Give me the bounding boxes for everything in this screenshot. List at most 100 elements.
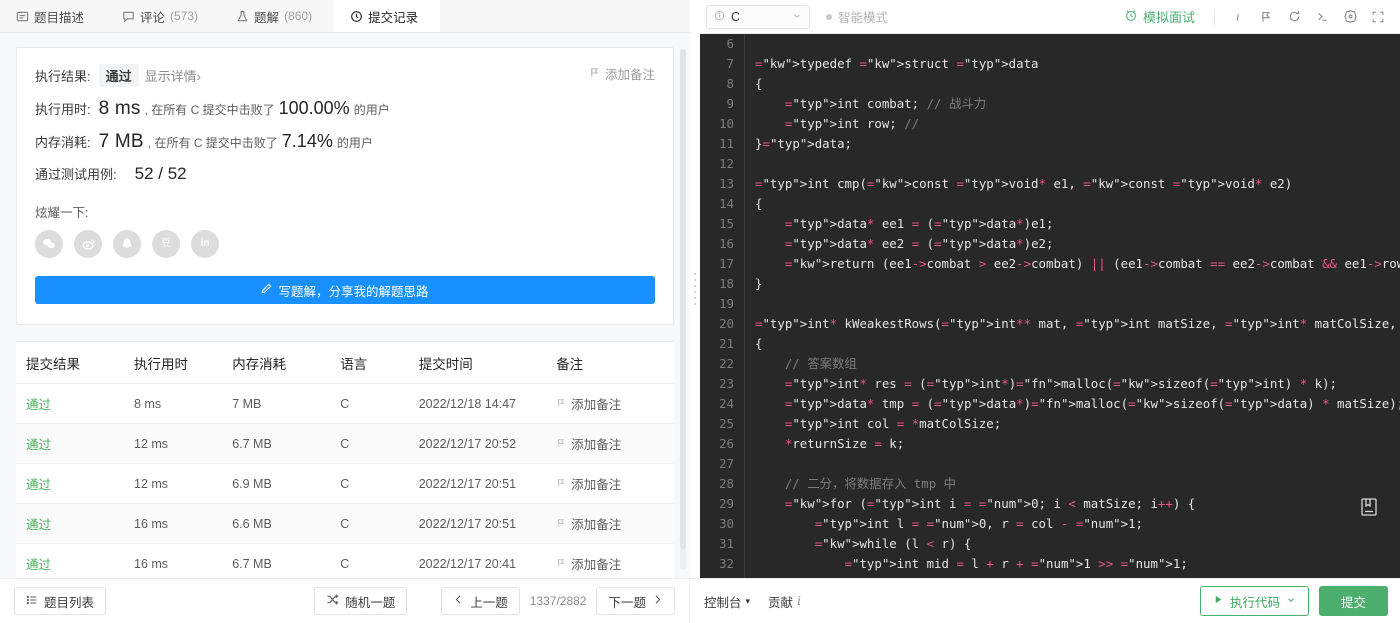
code-line[interactable]: 32 ="typ">int mid = l + r + ="num">1 >> …: [700, 554, 1400, 574]
weibo-share-icon[interactable]: [74, 230, 102, 258]
tab-submissions[interactable]: 提交记录: [334, 0, 441, 32]
row-status[interactable]: 通过: [26, 518, 51, 532]
table-row[interactable]: 通过 16 ms 6.7 MB C 2022/12/17 20:41 添加备注: [16, 544, 674, 578]
table-row[interactable]: 通过 8 ms 7 MB C 2022/12/18 14:47 添加备注: [16, 384, 674, 424]
code-line[interactable]: 21 {: [700, 334, 1400, 354]
code-line[interactable]: 29 ="kw">for (="typ">int i = ="num">0; i…: [700, 494, 1400, 514]
row-add-note[interactable]: 添加备注: [556, 434, 674, 453]
table-row[interactable]: 通过 16 ms 6.6 MB C 2022/12/17 20:51 添加备注: [16, 504, 674, 544]
code-text[interactable]: ="typ">data* ee2 = (="typ">data*)e2;: [744, 234, 1400, 254]
row-add-note[interactable]: 添加备注: [556, 474, 674, 493]
code-body[interactable]: 6 7 ="kw">typedef ="kw">struct ="typ">data…: [700, 34, 1400, 578]
code-text[interactable]: ="kw">return (ee1->combat > ee2->combat)…: [744, 254, 1400, 274]
table-row[interactable]: 通过 12 ms 6.9 MB C 2022/12/17 20:51 添加备注: [16, 464, 674, 504]
code-line[interactable]: 7 ="kw">typedef ="kw">struct ="typ">data: [700, 54, 1400, 74]
code-text[interactable]: ="typ">int* kWeakestRows(="typ">int** ma…: [744, 314, 1400, 334]
show-detail-link[interactable]: 显示详情›: [145, 66, 201, 85]
code-text[interactable]: ="typ">int row; //: [744, 114, 1400, 134]
info-icon[interactable]: i: [1224, 5, 1252, 29]
code-text[interactable]: ="typ">int* res = (="typ">int*)="fn">mal…: [744, 374, 1400, 394]
row-status[interactable]: 通过: [26, 558, 51, 572]
console-prompt-icon[interactable]: [1308, 5, 1336, 29]
code-text[interactable]: // 二分，将数据存入 tmp 中: [744, 474, 1400, 494]
qq-share-icon[interactable]: [113, 230, 141, 258]
code-text[interactable]: ="typ">int col = *matColSize;: [744, 414, 1400, 434]
row-status[interactable]: 通过: [26, 398, 51, 412]
language-select[interactable]: C: [706, 4, 810, 29]
code-text[interactable]: ="typ">data* tmp = (="typ">data*)="fn">m…: [744, 394, 1400, 414]
row-status[interactable]: 通过: [26, 478, 51, 492]
code-text[interactable]: ="typ">int combat; // 战斗力: [744, 94, 1400, 114]
code-text[interactable]: ="typ">int cmp(="kw">const ="typ">void* …: [744, 174, 1400, 194]
code-line[interactable]: 12: [700, 154, 1400, 174]
code-line[interactable]: 26 *returnSize = k;: [700, 434, 1400, 454]
code-line[interactable]: 27: [700, 454, 1400, 474]
random-problem-button[interactable]: 随机一题: [314, 587, 408, 615]
submissions-scroll-area[interactable]: 添加备注 执行结果: 通过 显示详情› 执行用时: 8 ms , 在所有 C 提…: [0, 33, 690, 578]
code-text[interactable]: [744, 294, 1400, 314]
fullscreen-icon[interactable]: [1364, 5, 1392, 29]
submit-button[interactable]: 提交: [1318, 586, 1388, 616]
code-text[interactable]: *returnSize = k;: [744, 434, 1400, 454]
linkedin-share-icon[interactable]: in: [191, 230, 219, 258]
code-text[interactable]: ="kw">if (mat[i][mid] == ="num">1) {: [744, 574, 1400, 578]
code-line[interactable]: 6: [700, 34, 1400, 54]
wechat-share-icon[interactable]: [35, 230, 63, 258]
row-add-note[interactable]: 添加备注: [556, 554, 674, 573]
table-row[interactable]: 通过 12 ms 6.7 MB C 2022/12/17 20:52 添加备注: [16, 424, 674, 464]
reset-icon[interactable]: [1280, 5, 1308, 29]
code-text[interactable]: {: [744, 194, 1400, 214]
flag-icon[interactable]: [1252, 5, 1280, 29]
prev-problem-button[interactable]: 上一题: [441, 587, 520, 615]
code-line[interactable]: 9 ="typ">int combat; // 战斗力: [700, 94, 1400, 114]
code-text[interactable]: {: [744, 334, 1400, 354]
add-note-top-button[interactable]: 添加备注: [589, 64, 655, 83]
code-line[interactable]: 30 ="typ">int l = ="num">0, r = col - ="…: [700, 514, 1400, 534]
code-line[interactable]: 33 ="kw">if (mat[i][mid] == ="num">1) {: [700, 574, 1400, 578]
code-line[interactable]: 22 // 答案数组: [700, 354, 1400, 374]
problem-list-button[interactable]: 题目列表: [14, 587, 107, 615]
code-line[interactable]: 28 // 二分，将数据存入 tmp 中: [700, 474, 1400, 494]
code-text[interactable]: [744, 154, 1400, 174]
code-line[interactable]: 18}: [700, 274, 1400, 294]
row-add-note[interactable]: 添加备注: [556, 394, 674, 413]
code-line[interactable]: 24 ="typ">data* tmp = (="typ">data*)="fn…: [700, 394, 1400, 414]
tab-comments[interactable]: 评论 (573): [106, 0, 220, 32]
run-code-button[interactable]: 执行代码: [1199, 586, 1309, 616]
row-add-note[interactable]: 添加备注: [556, 514, 674, 533]
code-text[interactable]: ="kw">while (l < r) {: [744, 534, 1400, 554]
tab-problem-description[interactable]: 题目描述: [0, 0, 106, 32]
code-line[interactable]: 8{: [700, 74, 1400, 94]
bookmark-icon[interactable]: [1358, 496, 1382, 520]
code-text[interactable]: ="typ">int mid = l + r + ="num">1 >> ="n…: [744, 554, 1400, 574]
smart-mode-toggle[interactable]: 智能模式: [826, 7, 888, 26]
code-line[interactable]: 25 ="typ">int col = *matColSize;: [700, 414, 1400, 434]
code-line[interactable]: 11}="typ">data;: [700, 134, 1400, 154]
code-line[interactable]: 14 {: [700, 194, 1400, 214]
code-line[interactable]: 16 ="typ">data* ee2 = (="typ">data*)e2;: [700, 234, 1400, 254]
code-text[interactable]: // 答案数组: [744, 354, 1400, 374]
code-text[interactable]: ="typ">int l = ="num">0, r = col - ="num…: [744, 514, 1400, 534]
code-text[interactable]: }: [744, 274, 1400, 294]
code-line[interactable]: 20 ="typ">int* kWeakestRows(="typ">int** …: [700, 314, 1400, 334]
code-text[interactable]: {: [744, 74, 1400, 94]
code-line[interactable]: 15 ="typ">data* ee1 = (="typ">data*)e1;: [700, 214, 1400, 234]
settings-icon[interactable]: [1336, 5, 1364, 29]
console-button[interactable]: 控制台 ▾: [704, 592, 750, 611]
contribute-button[interactable]: 贡献 i: [768, 592, 801, 611]
code-line[interactable]: 10 ="typ">int row; //: [700, 114, 1400, 134]
code-editor[interactable]: 6 7 ="kw">typedef ="kw">struct ="typ">data…: [700, 34, 1400, 578]
code-text[interactable]: ="typ">data* ee1 = (="typ">data*)e1;: [744, 214, 1400, 234]
code-line[interactable]: 13 ="typ">int cmp(="kw">const ="typ">void…: [700, 174, 1400, 194]
code-text[interactable]: }="typ">data;: [744, 134, 1400, 154]
code-text[interactable]: ="kw">typedef ="kw">struct ="typ">data: [744, 54, 1400, 74]
code-text[interactable]: ="kw">for (="typ">int i = ="num">0; i < …: [744, 494, 1400, 514]
left-panel-scrollbar[interactable]: [680, 49, 686, 569]
panel-splitter[interactable]: [690, 0, 700, 578]
code-text[interactable]: [744, 34, 1400, 54]
next-problem-button[interactable]: 下一题: [596, 587, 675, 615]
write-solution-button[interactable]: 写题解，分享我的解题思路: [35, 276, 655, 304]
douban-share-icon[interactable]: 豆: [152, 230, 180, 258]
code-line[interactable]: 19: [700, 294, 1400, 314]
scrollbar-thumb[interactable]: [680, 49, 686, 549]
